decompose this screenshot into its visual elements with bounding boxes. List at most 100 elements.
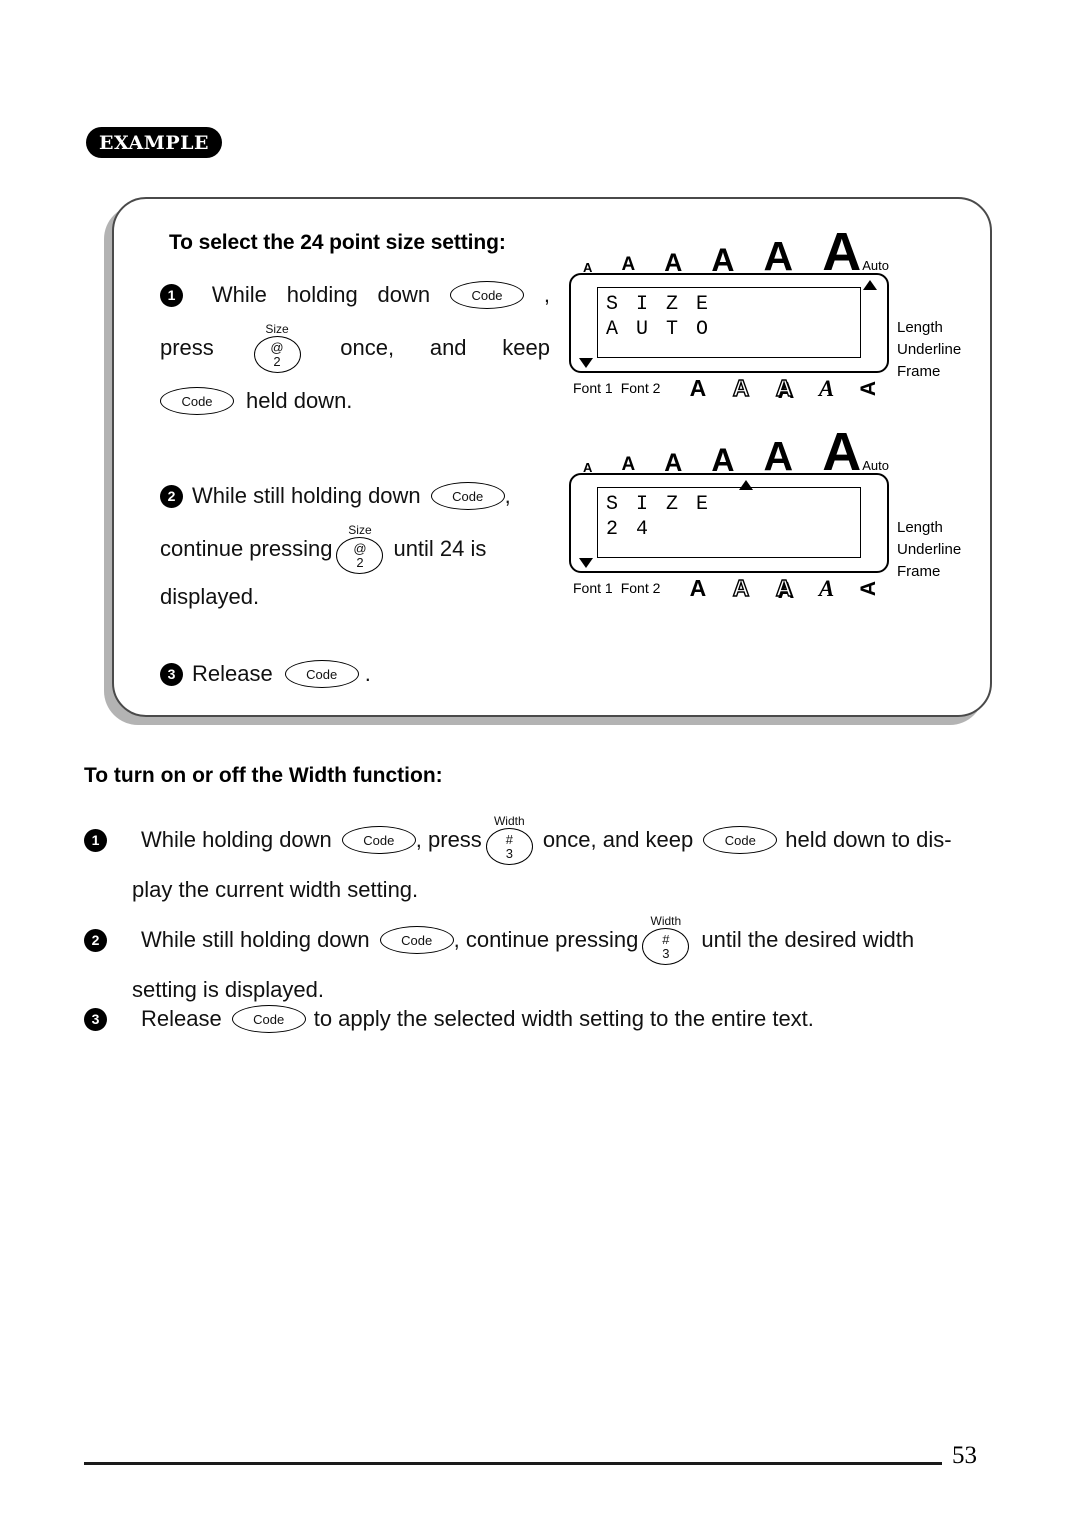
width2-text-c: until the desired width — [701, 927, 915, 952]
step2-comma: , — [504, 483, 511, 508]
auto-label-2: Auto — [862, 458, 889, 473]
style-glyph-outline-2: A — [732, 574, 750, 601]
lcd-screen-1-line1: S I Z E — [606, 293, 712, 316]
example-title: To select the 24 point size setting: — [169, 231, 506, 254]
lcd-screen-1: S I Z E A U T O — [597, 287, 861, 358]
width-key-1-top: # — [505, 831, 513, 847]
width-key-2-label: Width — [650, 914, 682, 928]
lcd-bottom-row-1: Font 1 Font 2 A A A A A — [569, 373, 889, 403]
size-scale-b-4: A — [711, 442, 735, 479]
width-bullet-1: 1 — [84, 828, 107, 852]
font1-label-2: Font 1 — [573, 580, 613, 596]
font2-label-2: Font 2 — [620, 580, 661, 596]
width-key-2[interactable]: Width # 3 — [642, 914, 690, 965]
width1-text-d: held down to dis- — [785, 827, 952, 852]
size-scale-b-5: A — [763, 433, 794, 480]
step1-word-keep: keep — [502, 335, 550, 360]
width1-line2: play the current width setting. — [132, 877, 419, 902]
width-code-key-3[interactable]: Code — [379, 926, 454, 954]
example-step-2: 2 While still holding down Code , contin… — [160, 482, 550, 620]
size-scale-a-4: A — [711, 242, 735, 279]
step3-text-a: Release — [192, 661, 273, 686]
label-length-2: Length — [897, 519, 943, 536]
width-code-key-2[interactable]: Code — [703, 826, 778, 854]
lcd-body-1: S I Z E A U T O Length Underline Frame — [569, 273, 961, 380]
label-underline-1: Underline — [897, 341, 962, 358]
lcd-screen-1-line2: A U T O — [606, 318, 712, 341]
lcd-display-1: A A A A A A Auto S I Z E A U T O Length … — [569, 225, 961, 403]
size-scale-b-2: A — [621, 454, 636, 476]
step1-word-while: While — [211, 282, 267, 307]
example-badge: EXAMPLE — [86, 127, 222, 158]
style-glyph-shadow-2: A — [775, 574, 793, 601]
page-number: 53 — [952, 1442, 977, 1469]
width-key-1[interactable]: Width # 3 — [485, 814, 533, 865]
width-section-title: To turn on or off the Width function: — [84, 764, 443, 787]
size-key-1-bottom: 2 — [273, 353, 281, 369]
style-glyph-bold-2: A — [689, 574, 707, 601]
size-scale-b-6: A — [822, 421, 862, 482]
size-key-1-top: @ — [270, 339, 284, 355]
code-key-2[interactable]: Code — [160, 387, 234, 415]
width2-text-b: , continue pressing — [453, 927, 639, 952]
width1-text-b: , press — [415, 827, 482, 852]
step1-word-once: once, — [340, 335, 395, 360]
step2-text-c: until 24 is — [393, 536, 487, 561]
size-key-2-label: Size — [348, 523, 372, 537]
width-code-key-4[interactable]: Code — [231, 1005, 306, 1033]
code-key-4[interactable]: Code — [284, 660, 359, 688]
size-scale-a-2: A — [621, 254, 636, 276]
example-step-3: 3 Release Code . — [160, 660, 550, 698]
width2-line2: setting is displayed. — [132, 977, 324, 1002]
size-marker-triangle-1 — [863, 280, 877, 290]
size-scale-row-1: A A A A A A Auto — [569, 225, 889, 280]
width-step-2: 2 While still holding down Code , contin… — [84, 915, 1014, 1003]
width-bullet-2: 2 — [84, 928, 107, 952]
width-key-2-bottom: 3 — [662, 945, 670, 961]
footer-divider — [84, 1462, 942, 1465]
width-key-2-top: # — [662, 931, 670, 947]
size-scale-a-5: A — [763, 233, 794, 280]
width-step-3: 3 Release Code to apply the selected wid… — [84, 1005, 1014, 1033]
size-scale-b-3: A — [664, 448, 683, 477]
size-key-1[interactable]: Size @ 2 — [253, 322, 301, 373]
lcd-side-labels-1: Length Underline Frame — [897, 317, 961, 383]
width-code-key-1[interactable]: Code — [341, 826, 416, 854]
step1-word-down: down — [377, 282, 431, 307]
step2-text-b: continue pressing — [160, 536, 333, 561]
size-scale-row-2: A A A A A A Auto — [569, 421, 889, 482]
size-key-2-top: @ — [353, 540, 367, 556]
lcd-screen-2-line2: 2 4 — [606, 518, 652, 541]
width-key-1-label: Width — [493, 814, 525, 828]
label-length-1: Length — [897, 319, 943, 336]
width-step-1: 1 While holding down Code , press Width … — [84, 815, 1014, 903]
code-key-3[interactable]: Code — [430, 482, 505, 510]
step-bullet-1: 1 — [160, 283, 183, 307]
lcd-display-2: A A A A A A Auto S I Z E 2 4 Length Unde… — [569, 421, 961, 603]
size-key-1-label: Size — [265, 322, 289, 336]
lcd-screen-2: S I Z E 2 4 — [597, 487, 861, 558]
style-glyph-italic-1: A — [818, 375, 835, 401]
style-glyph-bold-1: A — [689, 374, 707, 401]
font2-label-1: Font 2 — [620, 380, 661, 396]
size-scale-a-3: A — [664, 248, 683, 277]
code-key-1[interactable]: Code — [450, 281, 524, 309]
width3-text-b: to apply the selected width setting to t… — [313, 1006, 814, 1031]
width1-text-a: While holding down — [141, 827, 332, 852]
step-bullet-2: 2 — [160, 484, 183, 508]
label-frame-2: Frame — [897, 563, 941, 580]
step2-text-d: displayed. — [160, 584, 260, 609]
step1-word-and: and — [429, 335, 467, 360]
font1-label-1: Font 1 — [573, 380, 613, 396]
size-key-2[interactable]: Size @ 2 — [336, 523, 384, 574]
step-bullet-3: 3 — [160, 662, 183, 686]
size-scale-a-1: A — [583, 259, 593, 275]
step2-text-a: While still holding down — [192, 483, 421, 508]
font-marker-triangle-2 — [579, 558, 593, 568]
font-marker-triangle-1 — [579, 358, 593, 368]
label-underline-2: Underline — [897, 541, 962, 558]
step1-word-holding: holding — [286, 282, 358, 307]
lcd-screen-2-line1: S I Z E — [606, 493, 712, 516]
lcd-side-labels-2: Length Underline Frame — [897, 517, 961, 583]
width-bullet-3: 3 — [84, 1007, 107, 1031]
